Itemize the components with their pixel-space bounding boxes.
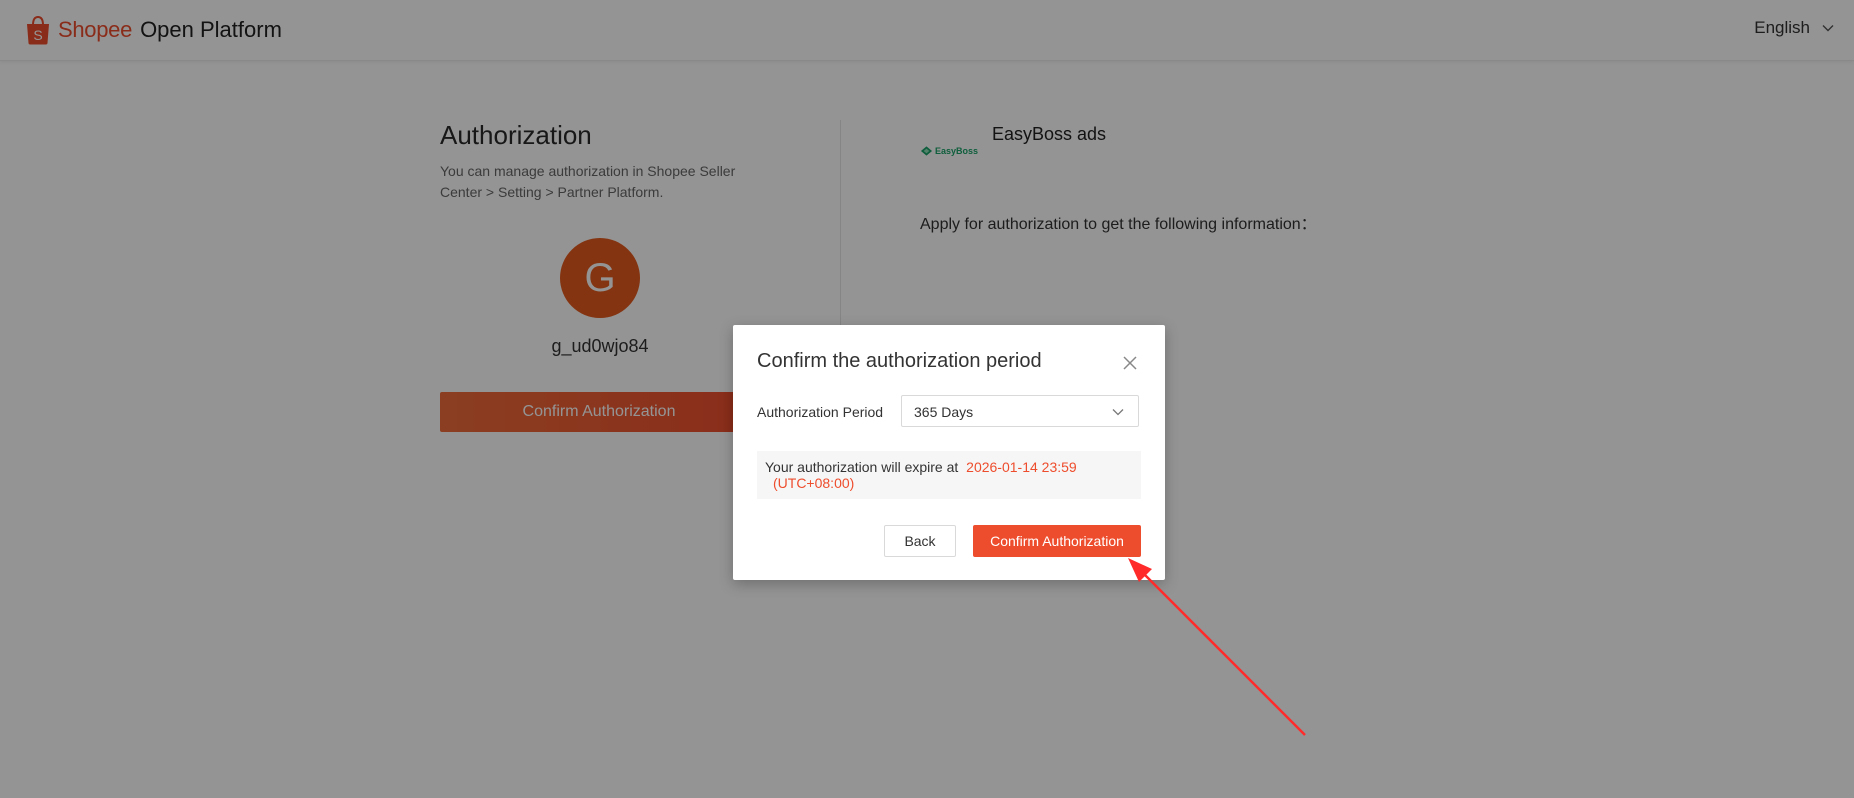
expiry-timezone: (UTC+08:00) <box>773 475 855 491</box>
close-icon[interactable] <box>1121 354 1139 372</box>
expiry-notice: Your authorization will expire at 2026-0… <box>757 451 1141 499</box>
authorization-period-value: 365 Days <box>914 404 974 420</box>
authorization-period-label: Authorization Period <box>757 404 884 420</box>
dialog-title: Confirm the authorization period <box>757 350 1042 372</box>
expiry-prefix: Your authorization will expire at <box>765 459 959 475</box>
authorization-period-dialog: Confirm the authorization period Authori… <box>733 325 1165 580</box>
expiry-date: 2026-01-14 23:59 <box>966 459 1077 475</box>
back-button[interactable]: Back <box>884 525 956 557</box>
authorization-period-select[interactable]: 365 Days <box>901 395 1139 427</box>
chevron-down-icon <box>1112 409 1124 416</box>
confirm-authorization-button[interactable]: Confirm Authorization <box>973 525 1141 557</box>
